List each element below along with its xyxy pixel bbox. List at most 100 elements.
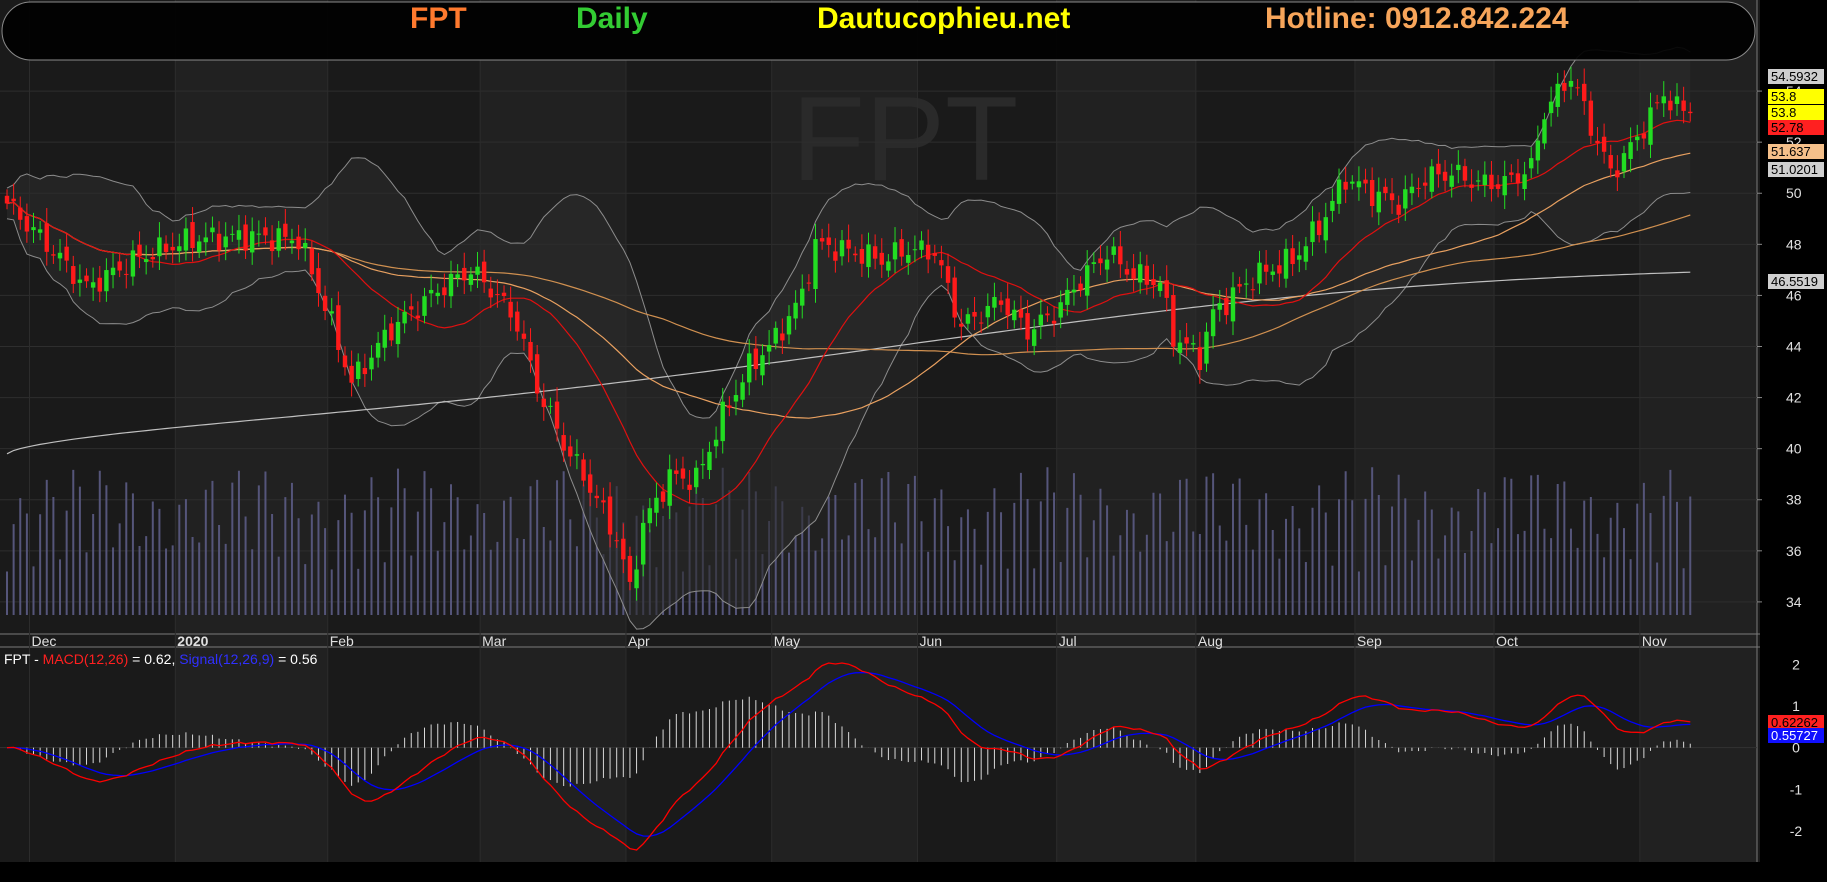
candle-body — [1383, 186, 1388, 194]
candle-body — [143, 259, 149, 263]
macd-tick-label: -1 — [1790, 781, 1803, 797]
candle-body — [1098, 258, 1103, 264]
candle-body — [236, 230, 242, 240]
candle-body — [1588, 100, 1594, 136]
candle-body — [37, 229, 43, 233]
candle-body — [581, 459, 586, 481]
candle-body — [177, 246, 182, 252]
candle-body — [1449, 175, 1454, 187]
price-tick-label: 44 — [1786, 338, 1802, 354]
candle-body — [601, 500, 606, 503]
candle-body — [1184, 337, 1189, 344]
price-tag: 51.0201 — [1768, 161, 1824, 177]
candle-body — [1582, 83, 1587, 102]
candle-body — [1204, 331, 1209, 364]
candle-body — [892, 242, 898, 260]
candle-body — [1171, 295, 1176, 347]
candle-body — [1396, 204, 1401, 215]
candle-body — [256, 233, 262, 235]
candle-body — [1422, 182, 1428, 186]
candle-body — [488, 288, 493, 298]
candle-body — [906, 255, 911, 263]
candle-body — [1197, 347, 1203, 371]
candle-body — [1330, 200, 1335, 211]
candle-body — [1621, 153, 1627, 172]
candle-body — [1224, 298, 1229, 316]
price-tag: 46.5519 — [1768, 274, 1824, 290]
candle-body — [481, 261, 487, 283]
candle-body — [170, 246, 175, 251]
candle-body — [541, 398, 546, 408]
candle-body — [1542, 119, 1547, 144]
month-stripe — [1354, 0, 1495, 862]
price-tick-label: 50 — [1786, 185, 1802, 201]
macd-legend-symbol: FPT — [4, 651, 31, 667]
price-tag: 51.637 — [1768, 144, 1824, 160]
candle-body — [640, 522, 646, 565]
candle-body — [104, 270, 109, 292]
candle-body — [435, 292, 440, 297]
time-axis-label: Nov — [1642, 633, 1667, 649]
candle-body — [985, 305, 990, 318]
header-symbol: FPT — [410, 2, 467, 35]
candle-body — [31, 227, 36, 231]
time-axis-label: Feb — [330, 633, 354, 649]
candle-body — [694, 467, 699, 488]
candle-body — [959, 323, 964, 327]
candle-body — [965, 314, 971, 324]
candle-body — [1031, 329, 1037, 346]
candle-body — [1210, 309, 1216, 337]
candle-body — [1403, 189, 1408, 209]
candle-body — [1482, 174, 1488, 186]
candle-body — [621, 538, 626, 560]
candle-body — [1297, 255, 1302, 260]
candle-body — [727, 405, 732, 408]
candle-body — [1283, 248, 1289, 279]
price-tick-label: 38 — [1786, 492, 1802, 508]
candle-body — [1191, 343, 1196, 345]
macd-legend: FPT - MACD(12,26) = 0.62, Signal(12,26,9… — [4, 651, 317, 667]
candle-body — [1681, 100, 1686, 111]
candle-body — [1601, 136, 1607, 152]
candle-body — [780, 333, 785, 341]
candle-body — [1469, 184, 1474, 188]
candle-body — [57, 252, 63, 259]
candle-body — [64, 246, 69, 261]
candle-body — [51, 254, 56, 256]
candle-body — [1018, 309, 1024, 318]
candle-body — [806, 282, 812, 284]
candle-body — [707, 451, 712, 471]
candle-body — [1045, 313, 1050, 316]
time-axis-label: Sep — [1357, 633, 1382, 649]
candle-body — [1316, 220, 1322, 236]
candle-body — [1615, 170, 1620, 178]
candle-body — [1336, 179, 1342, 204]
candle-body — [124, 273, 129, 275]
candle-body — [263, 227, 268, 236]
candle-body — [1058, 302, 1063, 318]
candle-body — [1668, 100, 1673, 111]
price-tag: 54.5932 — [1768, 69, 1824, 84]
candle-body — [18, 207, 23, 220]
candle-body — [1522, 174, 1527, 190]
candle-body — [753, 348, 759, 370]
candle-body — [1217, 303, 1222, 310]
candle-body — [700, 463, 706, 466]
watermark-text: FPT — [792, 72, 1019, 206]
candle-body — [859, 248, 865, 264]
macd-tick-label: 2 — [1792, 657, 1800, 673]
candle-body — [1144, 265, 1150, 285]
stock-chart-canvas[interactable]: FPT3436384042444648505254Dec2020FebMarAp… — [0, 0, 1827, 882]
time-axis-label: Oct — [1496, 633, 1518, 649]
candle-body — [839, 240, 845, 257]
candle-body — [1151, 279, 1156, 286]
candle-body — [899, 239, 904, 257]
candle-body — [1495, 184, 1501, 189]
candle-body — [667, 469, 672, 506]
candle-body — [1118, 246, 1123, 265]
header-timeframe: Daily — [576, 2, 648, 35]
candle-body — [157, 237, 162, 257]
candle-body — [150, 256, 155, 260]
candle-body — [647, 508, 653, 524]
price-tick-label: 42 — [1786, 390, 1802, 406]
